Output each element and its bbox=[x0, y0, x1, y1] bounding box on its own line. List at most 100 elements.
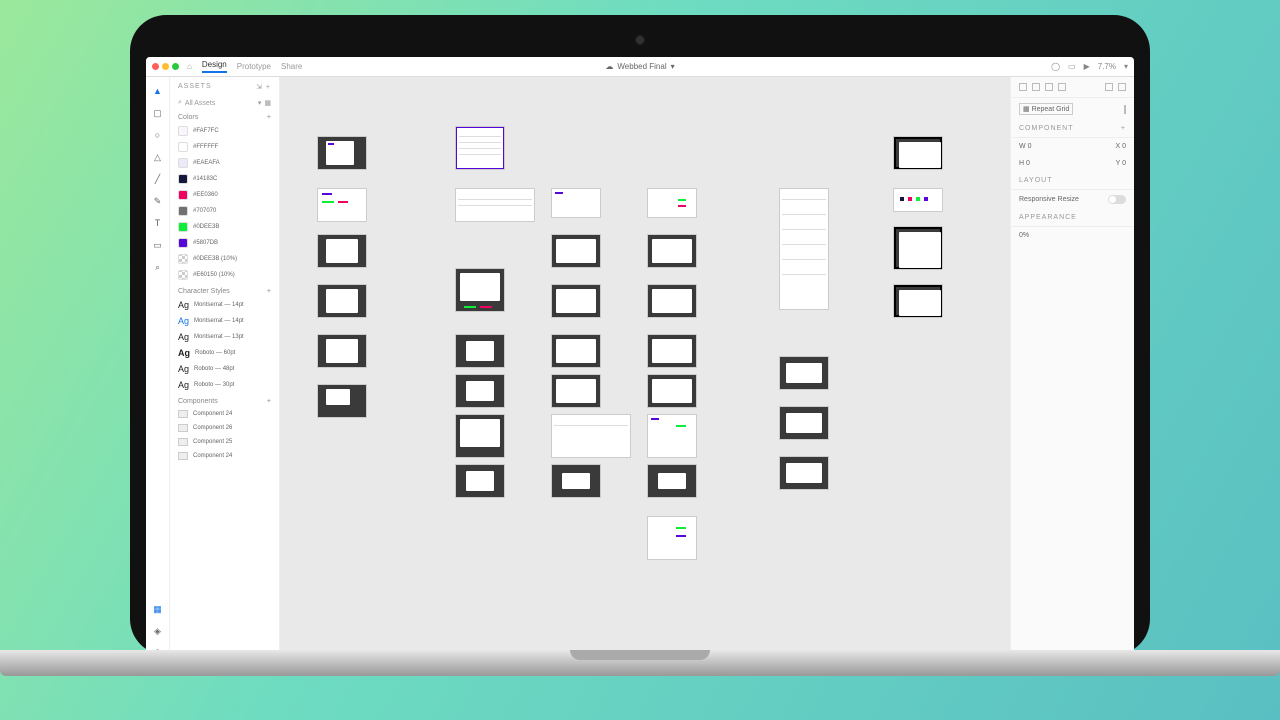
component-row[interactable]: Component 24 bbox=[170, 407, 279, 421]
zoom-level[interactable]: 7.7% bbox=[1098, 62, 1116, 71]
artboard[interactable] bbox=[648, 465, 696, 497]
artboard[interactable] bbox=[648, 335, 696, 367]
tab-design[interactable]: Design bbox=[202, 60, 227, 73]
artboard[interactable] bbox=[318, 285, 366, 317]
repeat-grid-button[interactable]: ▦ Repeat Grid bbox=[1019, 103, 1073, 115]
tab-prototype[interactable]: Prototype bbox=[237, 62, 271, 71]
artboard[interactable] bbox=[894, 285, 942, 317]
align-top-icon[interactable] bbox=[1058, 83, 1066, 91]
chevron-down-icon[interactable]: ▾ bbox=[671, 62, 675, 71]
artboard[interactable] bbox=[780, 357, 828, 389]
home-icon[interactable]: ⌂ bbox=[187, 62, 192, 71]
char-style-row[interactable]: AgRoboto — 30pt bbox=[170, 377, 279, 393]
artboard[interactable] bbox=[552, 335, 600, 367]
document-title[interactable]: Webbed Final bbox=[617, 62, 666, 71]
assets-icon[interactable]: ▦ bbox=[152, 603, 164, 615]
mobile-preview-icon[interactable]: ▭ bbox=[1068, 62, 1076, 71]
responsive-toggle[interactable] bbox=[1108, 195, 1126, 204]
chevron-down-icon[interactable]: ▾ bbox=[1124, 62, 1128, 71]
align-center-icon[interactable] bbox=[1032, 83, 1040, 91]
char-style-row[interactable]: AgRoboto — 60pt bbox=[170, 345, 279, 361]
artboard[interactable] bbox=[552, 189, 600, 217]
close-icon[interactable] bbox=[152, 63, 159, 70]
artboard[interactable] bbox=[456, 127, 504, 169]
artboard[interactable] bbox=[894, 227, 942, 269]
color-swatch-row[interactable]: #0DEE3B bbox=[170, 219, 279, 235]
artboard[interactable] bbox=[456, 415, 504, 457]
char-style-row[interactable]: AgMontserrat — 14pt bbox=[170, 297, 279, 313]
link-icon[interactable]: ⇲ bbox=[256, 84, 263, 91]
artboard[interactable] bbox=[456, 375, 504, 407]
artboard[interactable] bbox=[456, 335, 504, 367]
ellipse-tool-icon[interactable]: ○ bbox=[152, 129, 164, 141]
window-controls[interactable] bbox=[152, 63, 179, 70]
char-style-row[interactable]: AgMontserrat — 14pt bbox=[170, 313, 279, 329]
boolean-add-icon[interactable] bbox=[1124, 105, 1126, 114]
color-swatch-row[interactable]: #0DEE3B (10%) bbox=[170, 251, 279, 267]
minimize-icon[interactable] bbox=[162, 63, 169, 70]
select-tool-icon[interactable]: ▲ bbox=[152, 85, 164, 97]
color-swatch-row[interactable]: #E60150 (10%) bbox=[170, 267, 279, 283]
artboard[interactable] bbox=[456, 269, 504, 311]
artboard[interactable] bbox=[780, 457, 828, 489]
artboard[interactable] bbox=[318, 189, 366, 221]
align-right-icon[interactable] bbox=[1045, 83, 1053, 91]
color-swatch-row[interactable]: #707070 bbox=[170, 203, 279, 219]
component-row[interactable]: Component 25 bbox=[170, 435, 279, 449]
artboard[interactable] bbox=[648, 285, 696, 317]
artboard[interactable] bbox=[552, 375, 600, 407]
add-icon[interactable]: + bbox=[1121, 125, 1126, 132]
tab-share[interactable]: Share bbox=[281, 62, 302, 71]
color-swatch-row[interactable]: #EE0360 bbox=[170, 187, 279, 203]
pen-tool-icon[interactable]: ✎ bbox=[152, 195, 164, 207]
artboard[interactable] bbox=[318, 137, 366, 169]
play-icon[interactable]: ▶ bbox=[1084, 62, 1090, 71]
text-tool-icon[interactable]: T bbox=[152, 217, 164, 229]
canvas[interactable] bbox=[280, 77, 1010, 667]
align-left-icon[interactable] bbox=[1019, 83, 1027, 91]
polygon-tool-icon[interactable]: △ bbox=[152, 151, 164, 163]
artboard[interactable] bbox=[648, 235, 696, 267]
artboard[interactable] bbox=[318, 235, 366, 267]
opacity-value[interactable]: 0% bbox=[1019, 232, 1029, 239]
artboard[interactable] bbox=[648, 189, 696, 217]
line-tool-icon[interactable]: ╱ bbox=[152, 173, 164, 185]
artboard[interactable] bbox=[456, 465, 504, 497]
height-input[interactable]: 0 bbox=[1026, 160, 1030, 167]
color-swatch-row[interactable]: #5807DB bbox=[170, 235, 279, 251]
component-row[interactable]: Component 24 bbox=[170, 449, 279, 463]
layers-icon[interactable]: ◈ bbox=[152, 625, 164, 637]
artboard[interactable] bbox=[648, 517, 696, 559]
artboard[interactable] bbox=[552, 235, 600, 267]
rectangle-tool-icon[interactable]: ▢ bbox=[152, 107, 164, 119]
distribute-h-icon[interactable] bbox=[1105, 83, 1113, 91]
add-icon[interactable]: + bbox=[266, 84, 271, 91]
artboard[interactable] bbox=[780, 407, 828, 439]
y-input[interactable]: 0 bbox=[1122, 160, 1126, 167]
component-row[interactable]: Component 26 bbox=[170, 421, 279, 435]
artboard[interactable] bbox=[552, 285, 600, 317]
artboard[interactable] bbox=[780, 189, 828, 309]
asset-filter[interactable]: All Assets bbox=[185, 100, 215, 107]
add-component-icon[interactable]: + bbox=[267, 398, 271, 405]
char-style-row[interactable]: AgRoboto — 48pt bbox=[170, 361, 279, 377]
user-icon[interactable]: ◯ bbox=[1051, 62, 1060, 71]
color-swatch-row[interactable]: #14183C bbox=[170, 171, 279, 187]
grid-view-icon[interactable]: ▦ bbox=[264, 99, 271, 107]
artboard[interactable] bbox=[318, 385, 366, 417]
distribute-v-icon[interactable] bbox=[1118, 83, 1126, 91]
artboard[interactable] bbox=[552, 465, 600, 497]
artboard[interactable] bbox=[894, 189, 942, 211]
chevron-down-icon[interactable]: ▾ bbox=[258, 99, 262, 107]
artboard-tool-icon[interactable]: ▭ bbox=[152, 239, 164, 251]
artboard[interactable] bbox=[552, 415, 630, 457]
maximize-icon[interactable] bbox=[172, 63, 179, 70]
artboard[interactable] bbox=[894, 137, 942, 169]
artboard[interactable] bbox=[648, 375, 696, 407]
color-swatch-row[interactable]: #FAF7FC bbox=[170, 123, 279, 139]
artboard[interactable] bbox=[648, 415, 696, 457]
width-input[interactable]: 0 bbox=[1028, 143, 1032, 150]
char-style-row[interactable]: AgMontserrat — 13pt bbox=[170, 329, 279, 345]
add-style-icon[interactable]: + bbox=[267, 288, 271, 295]
artboard[interactable] bbox=[456, 189, 534, 221]
